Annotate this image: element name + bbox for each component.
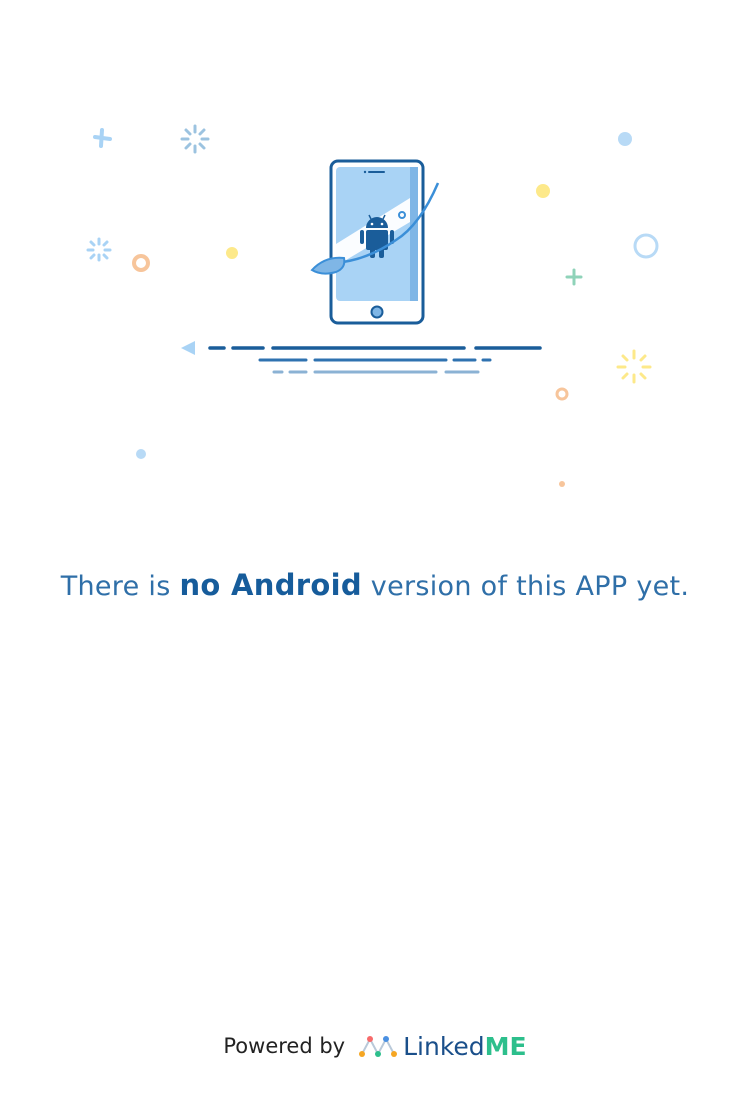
decor-burst-icon — [180, 124, 210, 154]
decor-plus-topleft-icon — [93, 128, 112, 148]
message-prefix: There is — [60, 571, 180, 602]
no-android-message: There is no Android version of this APP … — [0, 568, 750, 602]
decor-dot-orange-icon — [559, 481, 565, 487]
powered-by-label: Powered by — [223, 1034, 346, 1058]
message-emphasis: no Android — [179, 568, 362, 602]
brand-name-linked: Linked — [403, 1031, 485, 1061]
phone-illustration — [86, 124, 659, 487]
decor-ring-orange-icon — [132, 254, 150, 272]
decor-dot-yellow-icon — [226, 247, 238, 259]
powered-by-footer: Powered by Linked ME — [0, 1026, 750, 1066]
speed-lines-icon — [181, 341, 542, 374]
decor-burst-yellow-icon — [616, 349, 652, 384]
brand-linkedme[interactable]: Linked ME — [359, 1032, 527, 1061]
decor-dot-yellow-right-icon — [536, 184, 550, 198]
linkedme-logo-icon — [359, 1036, 398, 1057]
message-suffix: version of this APP yet. — [361, 571, 690, 602]
decor-dot-blue-icon — [136, 449, 146, 459]
decor-ring-orange-right-icon — [555, 387, 569, 401]
no-android-page: There is no Android version of this APP … — [0, 0, 750, 1108]
brand-name-me: ME — [484, 1031, 527, 1061]
decor-burst-left-icon — [86, 237, 112, 262]
decor-ring-blue-icon — [633, 233, 659, 259]
decor-plus-green-icon — [565, 268, 583, 286]
decor-dot-blue-topright-icon — [618, 132, 632, 146]
